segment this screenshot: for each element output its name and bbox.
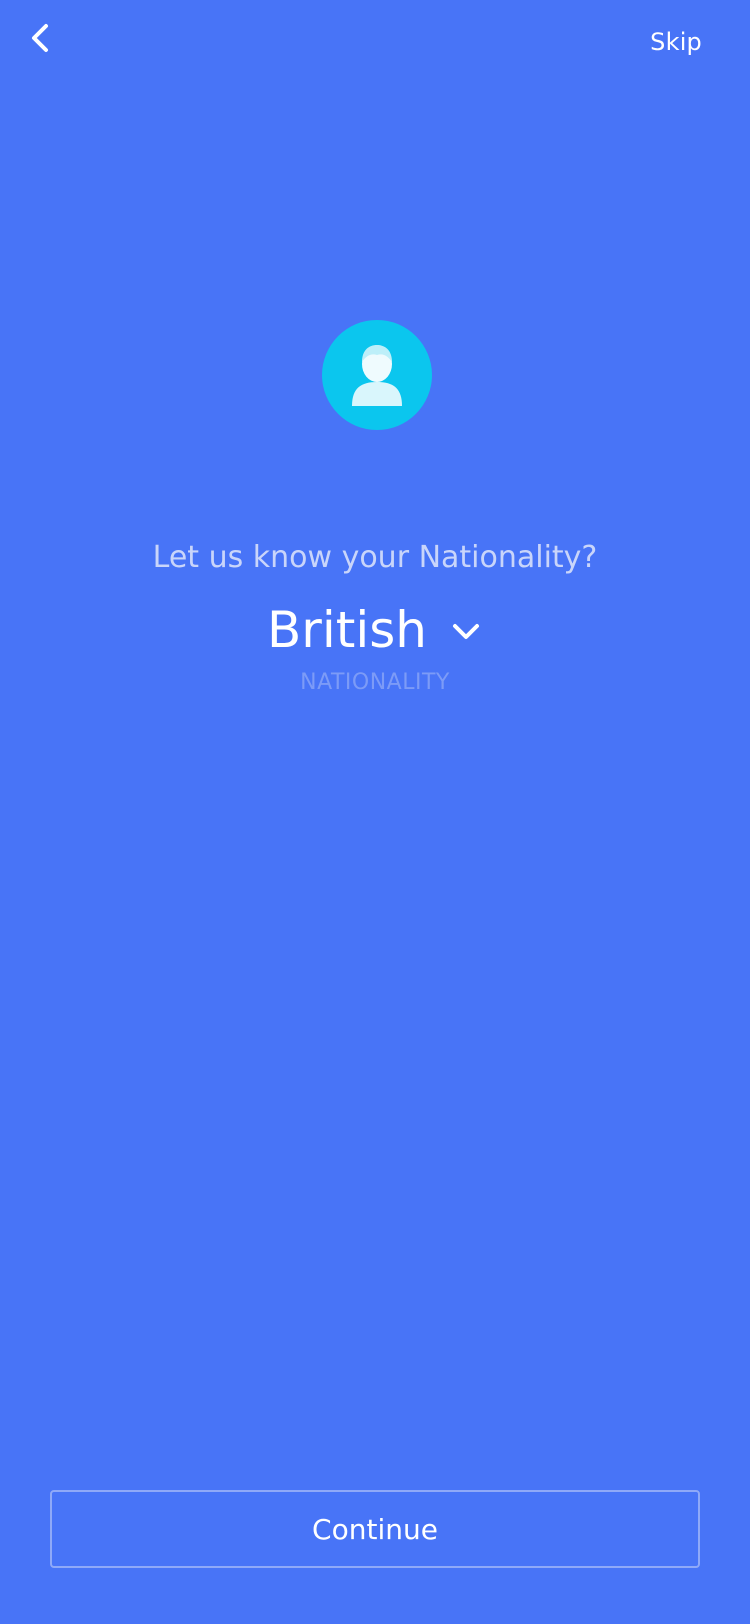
user-icon bbox=[352, 345, 402, 406]
continue-button[interactable]: Continue bbox=[50, 1490, 700, 1568]
chevron-down-icon bbox=[449, 615, 483, 649]
back-button[interactable] bbox=[18, 18, 66, 66]
chevron-left-icon bbox=[32, 24, 48, 52]
nationality-screen: Skip Let us know your Nationality? Briti… bbox=[0, 0, 750, 1624]
skip-button[interactable]: Skip bbox=[650, 28, 702, 56]
nationality-question: Let us know your Nationality? bbox=[152, 540, 598, 575]
nationality-value: British bbox=[267, 601, 427, 659]
nationality-field-label: NATIONALITY bbox=[300, 670, 450, 695]
avatar bbox=[322, 320, 432, 430]
nationality-dropdown[interactable]: British bbox=[0, 600, 750, 660]
